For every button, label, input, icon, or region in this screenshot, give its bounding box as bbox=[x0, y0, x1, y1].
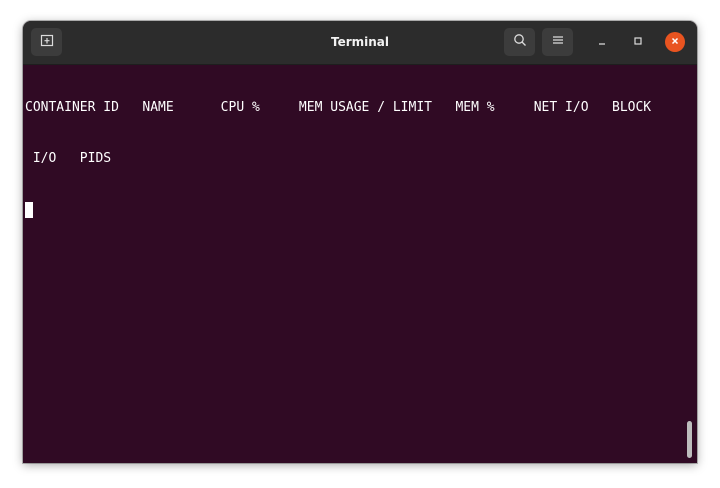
search-button[interactable] bbox=[504, 28, 535, 56]
search-icon bbox=[513, 33, 527, 52]
scrollbar-thumb[interactable] bbox=[687, 421, 692, 458]
terminal-line-header: CONTAINER ID NAME CPU % MEM USAGE / LIMI… bbox=[25, 100, 652, 115]
close-icon bbox=[670, 33, 680, 51]
close-button[interactable] bbox=[665, 32, 685, 52]
new-tab-icon bbox=[40, 33, 54, 52]
hamburger-menu-icon bbox=[552, 33, 564, 51]
maximize-icon bbox=[633, 33, 643, 51]
menu-button[interactable] bbox=[542, 28, 573, 56]
terminal-line-header-wrap: I/O PIDS bbox=[25, 151, 112, 166]
minimize-icon bbox=[597, 33, 607, 51]
maximize-button[interactable] bbox=[628, 32, 648, 52]
terminal-prompt-line bbox=[25, 201, 685, 218]
new-tab-button[interactable] bbox=[31, 28, 62, 56]
text-cursor bbox=[25, 202, 33, 218]
terminal-window: Terminal CONTAINER ID NAME CPU % MEM USA… bbox=[23, 21, 697, 463]
minimize-button[interactable] bbox=[592, 32, 612, 52]
titlebar: Terminal bbox=[23, 21, 697, 65]
terminal-output[interactable]: CONTAINER ID NAME CPU % MEM USAGE / LIMI… bbox=[25, 65, 685, 461]
